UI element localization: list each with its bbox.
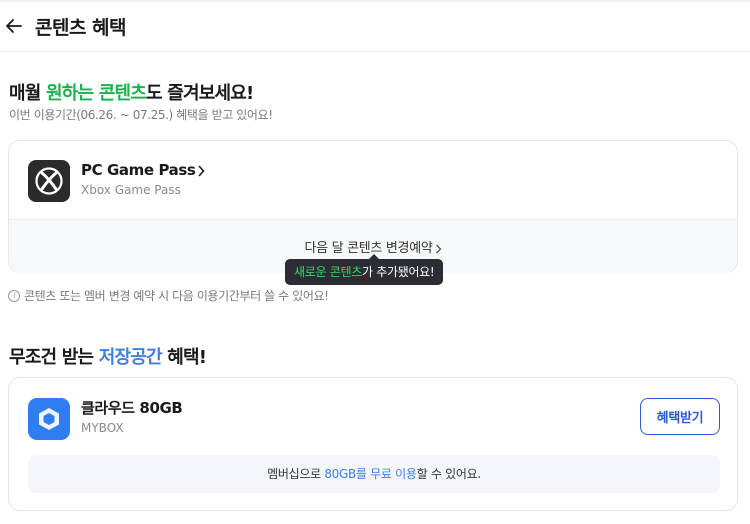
info-icon: i [8, 289, 20, 302]
get-benefit-button[interactable]: 혜택받기 [640, 398, 720, 435]
cloud-name: 클라우드 80GB [81, 399, 183, 417]
new-content-tooltip: 새로운 콘텐츠가 추가됐어요! [285, 254, 444, 285]
note-highlight: 80GB를 무료 이용 [324, 467, 417, 481]
monthly-section-title: 매월 원하는 콘텐츠도 즐겨보세요! [9, 79, 254, 105]
storage-section-title: 무조건 받는 저장공간 혜택! [9, 343, 207, 369]
change-notice: i 콘텐츠 또는 멤버 변경 예약 시 다음 이용기간부터 쓸 수 있어요! [8, 287, 329, 304]
pc-game-pass-link[interactable]: PC Game Pass [81, 161, 206, 179]
mybox-note: 멤버십으로 80GB를 무료 이용할 수 있어요. [28, 455, 720, 493]
note-pre: 멤버십으로 [267, 467, 325, 481]
monthly-title-post: 도 즐겨보세요! [146, 83, 254, 104]
usage-period: 이번 이용기간(06.26. ~ 07.25.) 혜택을 받고 있어요! [9, 108, 273, 122]
app-header: 콘텐츠 혜택 [0, 2, 750, 52]
xbox-icon [28, 160, 70, 202]
monthly-title-highlight: 원하는 콘텐츠 [46, 83, 147, 104]
monthly-title-pre: 매월 [9, 83, 46, 104]
chevron-right-icon [198, 164, 206, 177]
back-arrow-icon[interactable] [4, 16, 24, 36]
tooltip-rest: 가 추가됐어요! [361, 265, 435, 279]
tooltip-highlight: 새로운 콘텐츠 [294, 265, 362, 279]
content-sub: Xbox Game Pass [81, 183, 181, 197]
tooltip-arrow [369, 254, 379, 259]
storage-card: 클라우드 80GB MYBOX 혜택받기 멤버십으로 80GB를 무료 이용할 … [8, 377, 738, 511]
content-name: PC Game Pass [81, 161, 196, 179]
page-title: 콘텐츠 혜택 [35, 17, 127, 39]
storage-title-post: 혜택! [161, 347, 207, 368]
storage-title-pre: 무조건 받는 [9, 347, 99, 368]
storage-title-highlight: 저장공간 [98, 347, 163, 368]
note-post: 할 수 있어요. [416, 467, 482, 481]
mybox-cube-icon [28, 398, 70, 440]
chevron-right-small-icon [435, 244, 441, 253]
cloud-sub: MYBOX [81, 421, 124, 435]
notice-text: 콘텐츠 또는 멤버 변경 예약 시 다음 이용기간부터 쓸 수 있어요! [24, 289, 329, 303]
